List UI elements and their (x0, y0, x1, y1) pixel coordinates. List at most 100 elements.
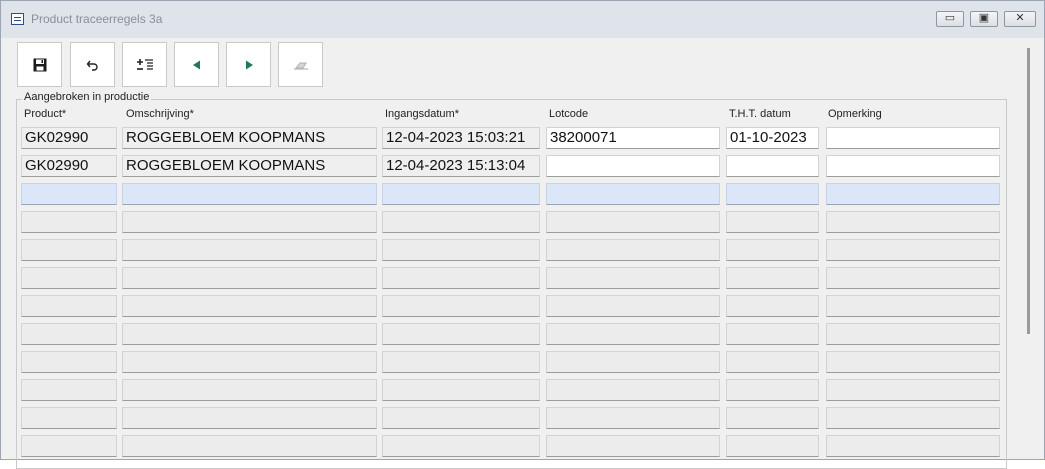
cell-tht-datum[interactable] (726, 379, 819, 401)
cell-omschrijving[interactable] (122, 435, 377, 457)
cell-omschrijving[interactable] (122, 183, 377, 205)
column-header-omschrijving: Omschrijving* (126, 108, 194, 120)
cell-ingangsdatum[interactable]: 12-04-2023 15:13:04 (382, 155, 540, 177)
app-window: Product traceerregels 3a ▭ ▣ ✕ Aangebrok… (0, 0, 1045, 469)
cell-omschrijving[interactable] (122, 323, 377, 345)
cell-ingangsdatum[interactable] (382, 351, 540, 373)
cell-product[interactable] (21, 323, 117, 345)
cell-tht-datum[interactable] (726, 211, 819, 233)
cell-product[interactable]: GK02990 (21, 155, 117, 177)
cell-omschrijving[interactable] (122, 407, 377, 429)
cell-omschrijving[interactable] (122, 379, 377, 401)
cell-opmerking[interactable] (826, 323, 1000, 345)
cell-lotcode[interactable] (546, 183, 720, 205)
client-area: Aangebroken in productie Product* Omschr… (9, 38, 1037, 469)
cell-ingangsdatum[interactable] (382, 211, 540, 233)
cell-product[interactable] (21, 183, 117, 205)
cell-tht-datum[interactable] (726, 155, 819, 177)
cell-opmerking[interactable] (826, 155, 1000, 177)
cell-lotcode[interactable] (546, 295, 720, 317)
cell-omschrijving[interactable]: ROGGEBLOEM KOOPMANS (122, 155, 377, 177)
cell-ingangsdatum[interactable] (382, 239, 540, 261)
cell-product[interactable] (21, 267, 117, 289)
cell-lotcode[interactable] (546, 267, 720, 289)
cell-product[interactable] (21, 239, 117, 261)
cell-product[interactable] (21, 295, 117, 317)
cell-tht-datum[interactable] (726, 295, 819, 317)
cell-omschrijving[interactable] (122, 295, 377, 317)
cell-opmerking[interactable] (826, 379, 1000, 401)
cell-product[interactable] (21, 435, 117, 457)
cell-product[interactable] (21, 211, 117, 233)
arrow-right-icon (245, 60, 253, 69)
save-button[interactable] (17, 42, 62, 87)
minimize-button[interactable]: ▭ (936, 11, 964, 27)
window-title: Product traceerregels 3a (31, 12, 163, 26)
cell-lotcode[interactable] (546, 155, 720, 177)
cell-tht-datum[interactable] (726, 183, 819, 205)
cell-opmerking[interactable] (826, 295, 1000, 317)
cell-product[interactable]: GK02990 (21, 127, 117, 149)
column-header-opmerking: Opmerking (828, 108, 882, 120)
cell-tht-datum[interactable] (726, 407, 819, 429)
column-header-product: Product* (24, 108, 67, 120)
eraser-icon (293, 62, 308, 70)
previous-button[interactable] (174, 42, 219, 87)
cell-lotcode[interactable] (546, 323, 720, 345)
cell-tht-datum[interactable] (726, 351, 819, 373)
column-header-tht-datum: T.H.T. datum (729, 108, 791, 120)
cell-ingangsdatum[interactable] (382, 267, 540, 289)
cell-opmerking[interactable] (826, 267, 1000, 289)
title-bar[interactable]: Product traceerregels 3a ▭ ▣ ✕ (1, 1, 1044, 38)
cell-lotcode[interactable] (546, 407, 720, 429)
cell-opmerking[interactable] (826, 407, 1000, 429)
add-row-button[interactable] (122, 42, 167, 87)
cell-omschrijving[interactable]: ROGGEBLOEM KOOPMANS (122, 127, 377, 149)
cell-lotcode[interactable] (546, 435, 720, 457)
cell-tht-datum[interactable]: 01-10-2023 (726, 127, 819, 149)
vertical-scrollbar[interactable] (1027, 48, 1030, 334)
cell-ingangsdatum[interactable] (382, 407, 540, 429)
cell-opmerking[interactable] (826, 211, 1000, 233)
undo-button[interactable] (70, 42, 115, 87)
cell-omschrijving[interactable] (122, 267, 377, 289)
cell-ingangsdatum[interactable] (382, 183, 540, 205)
column-header-lotcode: Lotcode (549, 108, 589, 120)
cell-tht-datum[interactable] (726, 267, 819, 289)
cell-omschrijving[interactable] (122, 239, 377, 261)
add-row-icon (136, 58, 153, 70)
arrow-left-icon (192, 60, 200, 69)
close-button[interactable]: ✕ (1004, 11, 1036, 27)
cell-tht-datum[interactable] (726, 323, 819, 345)
form-icon (11, 13, 24, 25)
group-label: Aangebroken in productie (22, 91, 152, 103)
cell-opmerking[interactable] (826, 239, 1000, 261)
cell-ingangsdatum[interactable] (382, 435, 540, 457)
maximize-button[interactable]: ▣ (970, 11, 998, 27)
cell-opmerking[interactable] (826, 127, 1000, 149)
cell-tht-datum[interactable] (726, 435, 819, 457)
cell-opmerking[interactable] (826, 183, 1000, 205)
cell-omschrijving[interactable] (122, 211, 377, 233)
cell-lotcode[interactable] (546, 211, 720, 233)
cell-ingangsdatum[interactable]: 12-04-2023 15:03:21 (382, 127, 540, 149)
next-button[interactable] (226, 42, 271, 87)
cell-lotcode[interactable] (546, 379, 720, 401)
cell-lotcode[interactable] (546, 239, 720, 261)
cell-product[interactable] (21, 407, 117, 429)
cell-product[interactable] (21, 379, 117, 401)
cell-lotcode[interactable] (546, 351, 720, 373)
save-icon (33, 58, 46, 71)
column-header-ingangsdatum: Ingangsdatum* (385, 108, 459, 120)
cell-lotcode[interactable]: 38200071 (546, 127, 720, 149)
cell-opmerking[interactable] (826, 435, 1000, 457)
cell-omschrijving[interactable] (122, 351, 377, 373)
cell-ingangsdatum[interactable] (382, 323, 540, 345)
erase-button[interactable] (278, 42, 323, 87)
cell-ingangsdatum[interactable] (382, 295, 540, 317)
cell-product[interactable] (21, 351, 117, 373)
cell-tht-datum[interactable] (726, 239, 819, 261)
cell-ingangsdatum[interactable] (382, 379, 540, 401)
undo-icon (86, 60, 98, 71)
cell-opmerking[interactable] (826, 351, 1000, 373)
